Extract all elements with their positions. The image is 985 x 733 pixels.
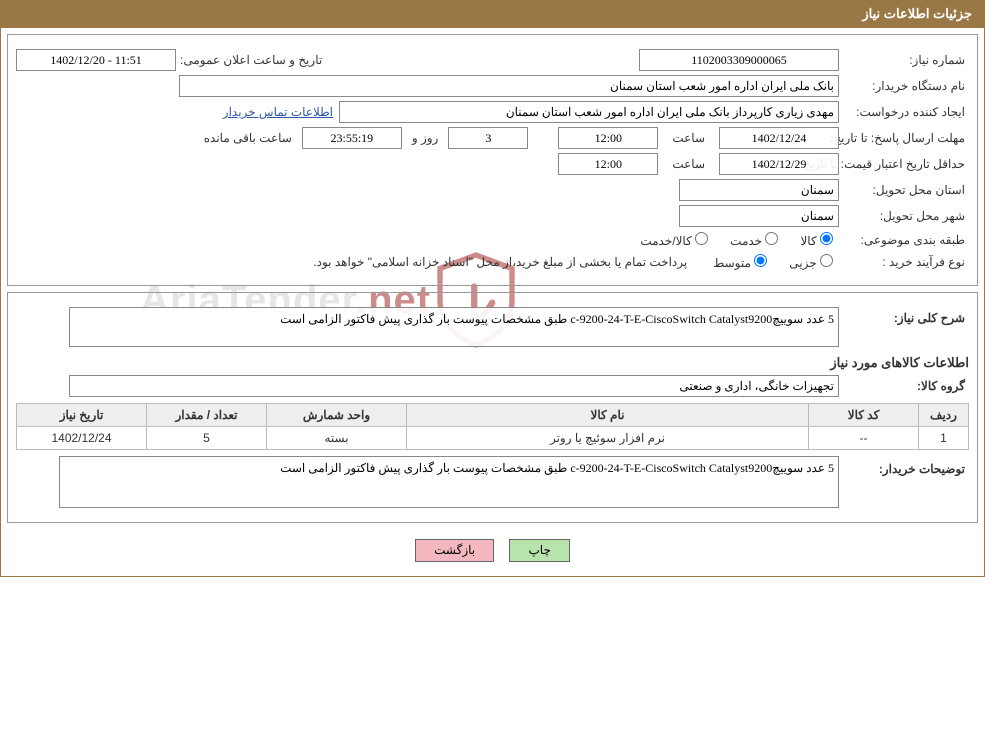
items-table-wrap: ردیف کد کالا نام کالا واحد شمارش تعداد /… — [16, 403, 969, 450]
radio-minor-label: جزیی — [789, 256, 816, 270]
radio-service[interactable] — [765, 232, 778, 245]
price-time-field[interactable] — [558, 153, 658, 175]
buyer-note-textarea[interactable] — [59, 456, 839, 508]
th-unit: واحد شمارش — [267, 404, 407, 427]
delivery-province-field[interactable] — [679, 179, 839, 201]
radio-goods-label: کالا — [800, 234, 816, 248]
desc-textarea[interactable] — [69, 307, 839, 347]
label-reply-deadline: مهلت ارسال پاسخ: تا تاریخ: — [839, 129, 969, 147]
radio-medium[interactable] — [754, 254, 767, 267]
table-row: 1 -- نرم افزار سوئیچ یا روتر بسته 5 1402… — [17, 427, 969, 450]
label-delivery-city: شهر محل تحویل: — [839, 207, 969, 225]
radio-medium-wrap[interactable]: متوسط — [713, 254, 767, 270]
radio-service-wrap[interactable]: خدمت — [730, 232, 778, 248]
label-announce: تاریخ و ساعت اعلان عمومی: — [176, 51, 326, 69]
label-days-and: روز و — [408, 129, 443, 147]
radio-service-label: خدمت — [730, 234, 762, 248]
label-delivery-province: استان محل تحویل: — [839, 181, 969, 199]
label-group: گروه کالا: — [839, 377, 969, 395]
radio-goods-service-label: کالا/خدمت — [640, 234, 691, 248]
label-time-2: ساعت — [668, 155, 709, 173]
cell-row: 1 — [919, 427, 969, 450]
reply-time-field[interactable] — [558, 127, 658, 149]
radio-goods-service[interactable] — [695, 232, 708, 245]
label-purchase-type: نوع فرآیند خرید : — [839, 253, 969, 271]
radio-minor-wrap[interactable]: جزیی — [789, 254, 833, 270]
need-number-field[interactable] — [639, 49, 839, 71]
cell-unit: بسته — [267, 427, 407, 450]
label-buyer-org: نام دستگاه خریدار: — [839, 77, 969, 95]
buyer-contact-link[interactable]: اطلاعات تماس خریدار — [223, 105, 333, 119]
label-requester: ایجاد کننده درخواست: — [839, 103, 969, 121]
th-qty: تعداد / مقدار — [147, 404, 267, 427]
price-date-field[interactable] — [719, 153, 839, 175]
th-code: کد کالا — [809, 404, 919, 427]
group-field[interactable] — [69, 375, 839, 397]
announce-field[interactable] — [16, 49, 176, 71]
countdown-field[interactable] — [302, 127, 402, 149]
info-section: شماره نیاز: تاریخ و ساعت اعلان عمومی: نا… — [7, 34, 978, 286]
th-row: ردیف — [919, 404, 969, 427]
radio-medium-label: متوسط — [713, 256, 751, 270]
buyer-org-field[interactable] — [179, 75, 839, 97]
detail-section: شرح کلی نیاز: اطلاعات کالاهای مورد نیاز … — [7, 292, 978, 523]
reply-date-field[interactable] — [719, 127, 839, 149]
page-title-bar: جزئیات اطلاعات نیاز — [1, 0, 984, 28]
label-desc: شرح کلی نیاز: — [839, 307, 969, 327]
radio-goods[interactable] — [820, 232, 833, 245]
label-time-remaining: ساعت باقی مانده — [200, 129, 296, 147]
days-field[interactable] — [448, 127, 528, 149]
label-category: طبقه بندی موضوعی: — [839, 231, 969, 249]
cell-code: -- — [809, 427, 919, 450]
radio-goods-wrap[interactable]: کالا — [800, 232, 833, 248]
radio-goods-service-wrap[interactable]: کالا/خدمت — [640, 232, 708, 248]
label-buyer-note: توضیحات خریدار: — [839, 456, 969, 478]
th-name: نام کالا — [407, 404, 809, 427]
cell-name: نرم افزار سوئیچ یا روتر — [407, 427, 809, 450]
form-layer: شماره نیاز: تاریخ و ساعت اعلان عمومی: نا… — [1, 34, 984, 576]
label-time-1: ساعت — [668, 129, 709, 147]
purchase-note: پرداخت تمام یا بخشی از مبلغ خرید،از محل … — [313, 255, 687, 269]
items-table: ردیف کد کالا نام کالا واحد شمارش تعداد /… — [16, 403, 969, 450]
items-title: اطلاعات کالاهای مورد نیاز — [24, 355, 969, 371]
main-container: جزئیات اطلاعات نیاز AriaTender.net شماره… — [0, 0, 985, 577]
delivery-city-field[interactable] — [679, 205, 839, 227]
page-title: جزئیات اطلاعات نیاز — [862, 6, 972, 21]
requester-field[interactable] — [339, 101, 839, 123]
cell-date: 1402/12/24 — [17, 427, 147, 450]
back-button[interactable]: بازگشت — [415, 539, 494, 562]
label-need-number: شماره نیاز: — [839, 51, 969, 69]
label-price-validity: حداقل تاریخ اعتبار قیمت: تا تاریخ: — [839, 155, 969, 173]
th-date: تاریخ نیاز — [17, 404, 147, 427]
cell-qty: 5 — [147, 427, 267, 450]
print-button[interactable]: چاپ — [509, 539, 569, 562]
footer: چاپ بازگشت — [1, 529, 984, 576]
radio-minor[interactable] — [820, 254, 833, 267]
